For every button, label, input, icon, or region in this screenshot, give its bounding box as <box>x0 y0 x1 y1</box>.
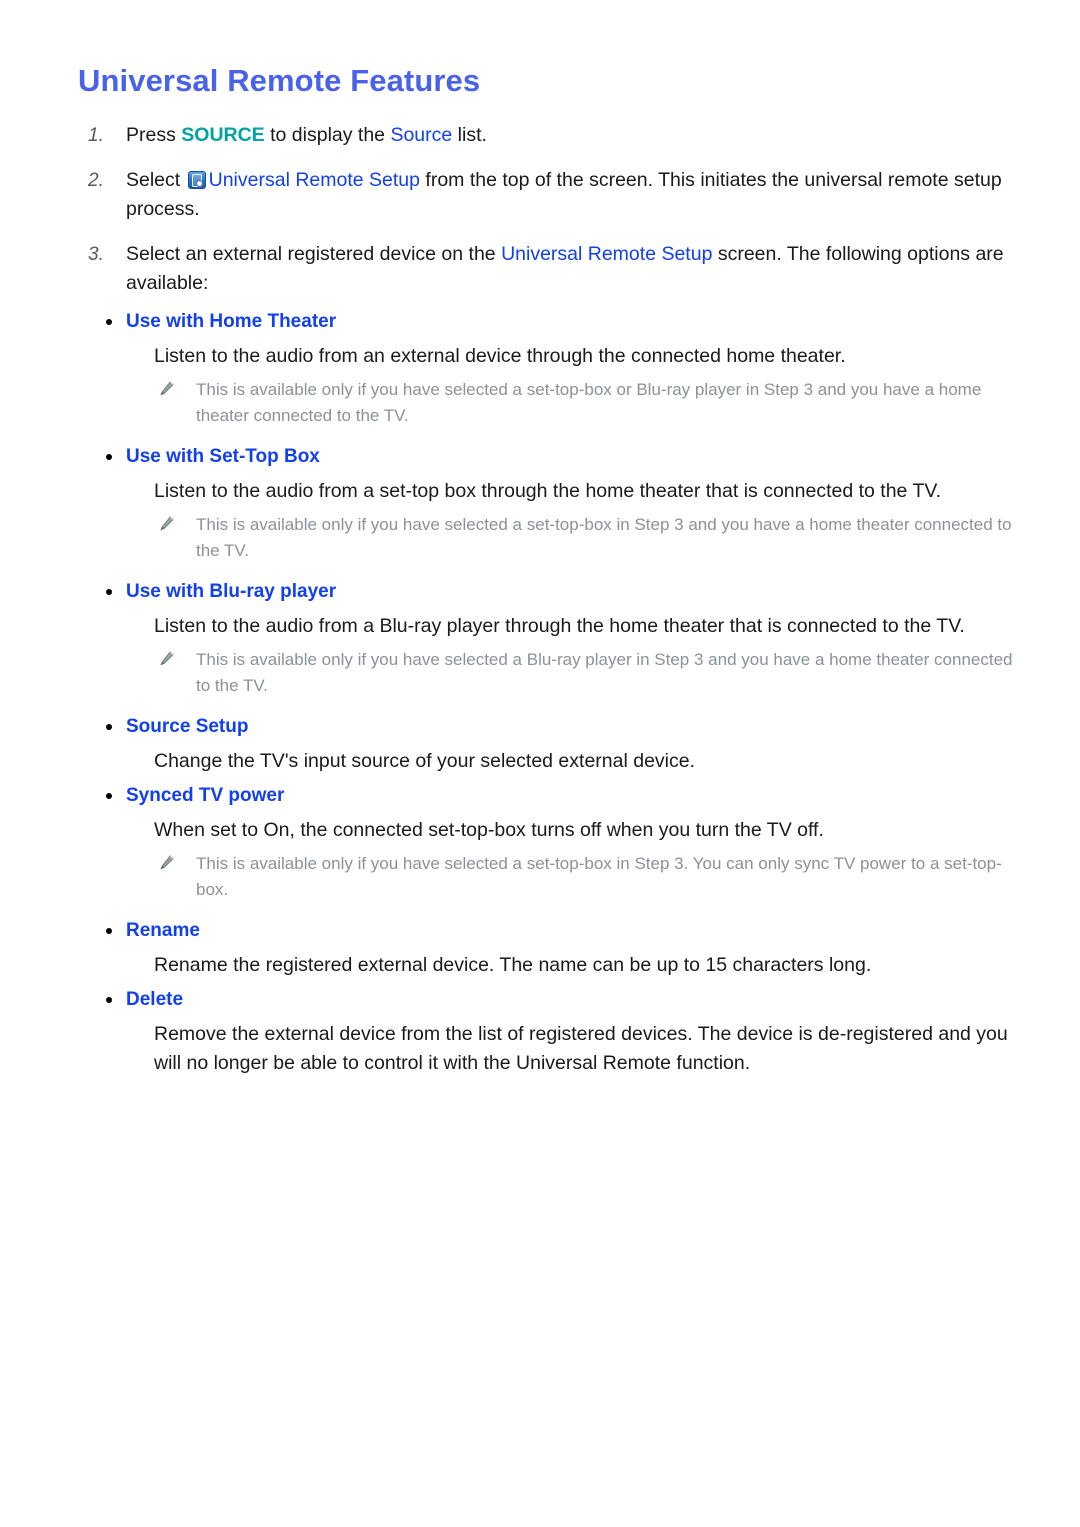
step-text-part: Press <box>126 124 182 147</box>
step-text: Select an external registered device on … <box>126 240 1022 298</box>
option-description: Listen to the audio from a Blu-ray playe… <box>154 615 965 638</box>
numbered-steps-list: 1. Press SOURCE to display the Source li… <box>78 121 1022 298</box>
option-heading-label: Use with Blu-ray player <box>126 581 337 603</box>
option-item: Source Setup Change the TV's input sourc… <box>78 713 1022 776</box>
source-menu-link[interactable]: Source <box>390 124 452 146</box>
option-heading-label: Delete <box>126 989 184 1011</box>
step-text: Select Universal Remote Setup from the t… <box>126 166 1022 224</box>
universal-remote-setup-icon <box>187 171 206 190</box>
bullet-icon <box>106 997 112 1004</box>
step-text: Press SOURCE to display the Source list. <box>126 121 1022 150</box>
step-number: 1. <box>88 125 104 147</box>
step-text-part: list. <box>452 124 487 147</box>
bullet-icon <box>106 793 112 800</box>
option-heading-label: Rename <box>126 920 200 942</box>
option-description: Remove the external device from the list… <box>154 1023 1008 1075</box>
option-item: Use with Blu-ray player Listen to the au… <box>78 578 1022 699</box>
pencil-icon <box>158 650 176 668</box>
option-description: Rename the registered external device. T… <box>154 954 872 977</box>
option-heading[interactable]: Synced TV power <box>78 782 1022 810</box>
option-note: This is available only if you have selec… <box>78 512 1022 564</box>
option-description: Listen to the audio from a set-top box t… <box>154 480 942 503</box>
pencil-icon <box>158 380 176 398</box>
step-item: 2. Select Universal Remote Setup from th… <box>78 166 1022 224</box>
step-item: 3. Select an external registered device … <box>78 240 1022 298</box>
bullet-icon <box>106 589 112 596</box>
option-description: Listen to the audio from an external dev… <box>154 345 846 368</box>
option-heading[interactable]: Rename <box>78 917 1022 945</box>
option-heading[interactable]: Use with Set-Top Box <box>78 443 1022 471</box>
option-note: This is available only if you have selec… <box>78 647 1022 699</box>
option-note-text: This is available only if you have selec… <box>196 650 1013 696</box>
option-heading-label: Use with Set-Top Box <box>126 446 320 468</box>
pencil-icon <box>158 515 176 533</box>
step-number: 2. <box>88 170 104 192</box>
bullet-icon <box>106 928 112 935</box>
pencil-icon <box>158 854 176 872</box>
option-description: Change the TV's input source of your sel… <box>154 750 696 773</box>
option-heading-label: Use with Home Theater <box>126 311 337 333</box>
option-heading-label: Source Setup <box>126 716 249 738</box>
step-number: 3. <box>88 244 104 266</box>
option-heading[interactable]: Source Setup <box>78 713 1022 741</box>
bullet-icon <box>106 724 112 731</box>
option-heading[interactable]: Delete <box>78 986 1022 1014</box>
page-title: Universal Remote Features <box>78 63 481 98</box>
option-item: Delete Remove the external device from t… <box>78 986 1022 1078</box>
step-text-part: Select <box>126 169 186 192</box>
bullet-icon <box>106 319 112 326</box>
option-item: Synced TV power When set to On, the conn… <box>78 782 1022 903</box>
option-heading-label: Synced TV power <box>126 785 285 807</box>
option-item: Use with Home Theater Listen to the audi… <box>78 308 1022 429</box>
option-note: This is available only if you have selec… <box>78 377 1022 429</box>
option-item: Rename Rename the registered external de… <box>78 917 1022 980</box>
options-list: Use with Home Theater Listen to the audi… <box>78 308 1022 1078</box>
option-description: When set to On, the connected set-top-bo… <box>154 819 824 842</box>
bullet-icon <box>106 454 112 461</box>
option-heading[interactable]: Use with Blu-ray player <box>78 578 1022 606</box>
universal-remote-setup-link[interactable]: Universal Remote Setup <box>209 169 420 191</box>
option-note: This is available only if you have selec… <box>78 851 1022 903</box>
option-note-text: This is available only if you have selec… <box>196 380 982 426</box>
option-note-text: This is available only if you have selec… <box>196 854 1002 900</box>
document-page: Universal Remote Features 1. Press SOURC… <box>0 0 1080 1527</box>
option-heading[interactable]: Use with Home Theater <box>78 308 1022 336</box>
universal-remote-setup-link[interactable]: Universal Remote Setup <box>501 243 712 265</box>
step-text-part: to display the <box>264 124 391 147</box>
source-key-label: SOURCE <box>181 124 265 147</box>
option-item: Use with Set-Top Box Listen to the audio… <box>78 443 1022 564</box>
step-text-part: Select an external registered device on … <box>126 243 502 266</box>
step-item: 1. Press SOURCE to display the Source li… <box>78 121 1022 150</box>
option-note-text: This is available only if you have selec… <box>196 515 1012 561</box>
